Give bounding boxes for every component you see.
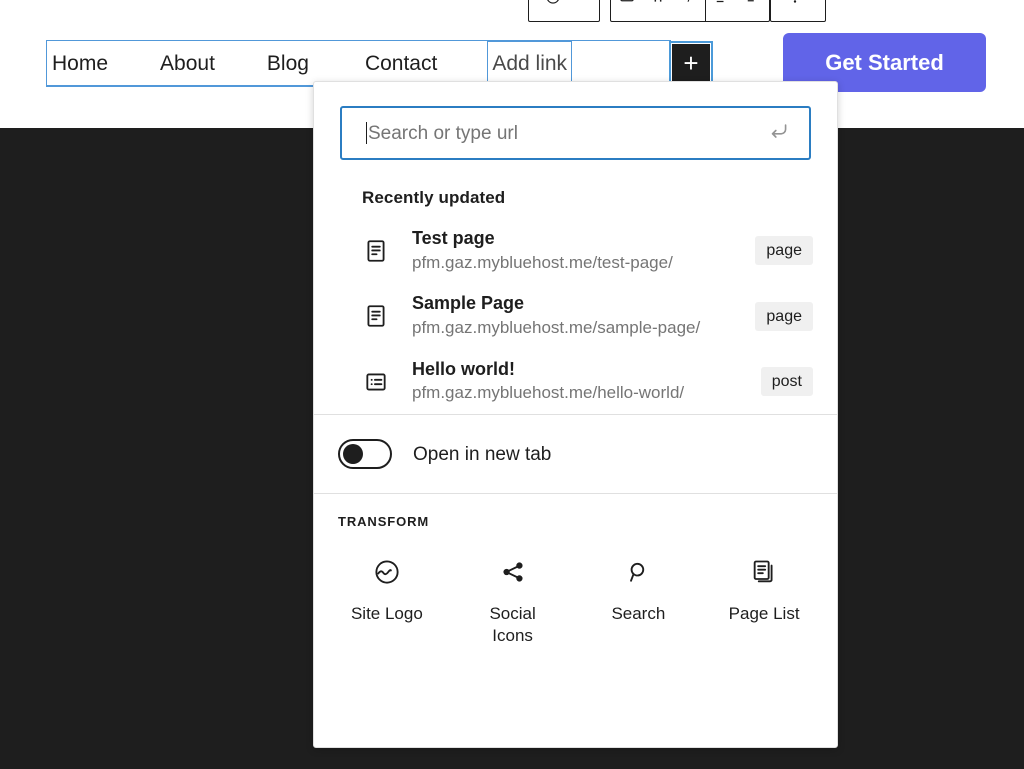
search-input[interactable]: Search or type url (340, 106, 811, 160)
list-item-url: pfm.gaz.mybluehost.me/hello-world/ (412, 383, 685, 403)
search-icon (624, 555, 652, 589)
list-item-title: Test page (412, 228, 495, 248)
transform-option-social-icons[interactable]: Social Icons (450, 555, 576, 647)
transform-option-label: Social Icons (489, 604, 536, 646)
open-in-new-tab-label: Open in new tab (413, 443, 552, 465)
list-item[interactable]: Sample Page pfm.gaz.mybluehost.me/sample… (314, 283, 837, 348)
transform-option-site-logo[interactable]: Site Logo (324, 555, 450, 647)
link-control-popover: Search or type url Recently updated Test… (313, 81, 838, 748)
status-badge: page (755, 301, 813, 331)
list-item-text: Test page pfm.gaz.mybluehost.me/test-pag… (412, 227, 743, 274)
page-list-icon (750, 555, 778, 589)
open-in-new-tab-row[interactable]: Open in new tab (314, 415, 837, 493)
page-document-icon (362, 238, 390, 264)
list-item[interactable]: Test page pfm.gaz.mybluehost.me/test-pag… (314, 218, 837, 283)
navigation-block[interactable]: Home About Blog Contact Add link (46, 40, 671, 91)
open-in-new-tab-toggle[interactable] (338, 439, 392, 470)
transform-option-search[interactable]: Search (576, 555, 702, 647)
editor-canvas: Home About Blog Contact Add link + Get S… (0, 0, 1024, 769)
transform-option-page-list[interactable]: Page List (701, 555, 827, 647)
share-icon (499, 555, 527, 589)
list-item-text: Sample Page pfm.gaz.mybluehost.me/sample… (412, 292, 743, 339)
recently-updated-heading: Recently updated (362, 188, 506, 207)
nav-item-contact[interactable]: Contact (365, 53, 437, 74)
plus-icon: + (683, 48, 699, 78)
nav-item-home[interactable]: Home (52, 53, 108, 74)
transform-option-label: Site Logo (350, 604, 423, 624)
list-item-url: pfm.gaz.mybluehost.me/sample-page/ (412, 317, 701, 337)
search-results-list: Test page pfm.gaz.mybluehost.me/test-pag… (314, 208, 837, 414)
block-appender-button[interactable]: + (669, 41, 713, 85)
status-badge: post (760, 367, 813, 397)
nav-item-add-link[interactable]: Add link (487, 41, 573, 91)
transform-section: Transform Site Logo Social Icons (314, 494, 837, 647)
add-link-label: Add link (492, 51, 568, 75)
list-item-url: pfm.gaz.mybluehost.me/test-page/ (412, 252, 673, 272)
transform-option-label: Search (611, 604, 666, 624)
search-placeholder: Search or type url (368, 122, 518, 144)
page-document-icon (362, 303, 390, 329)
status-badge: page (755, 236, 813, 266)
post-list-icon (362, 369, 390, 395)
enter-return-icon[interactable] (765, 118, 791, 149)
nav-item-blog[interactable]: Blog (267, 53, 309, 74)
transform-option-label: Page List (728, 604, 800, 624)
text-cursor (366, 122, 367, 144)
site-logo-icon (372, 555, 402, 589)
list-item-title: Hello world! (412, 358, 515, 379)
search-section: Search or type url (314, 82, 837, 160)
nav-item-about[interactable]: About (160, 53, 215, 74)
transform-options: Site Logo Social Icons Search Page List (314, 529, 837, 647)
transform-heading: Transform (338, 514, 430, 530)
list-item[interactable]: Hello world! pfm.gaz.mybluehost.me/hello… (314, 349, 837, 414)
list-item-title: Sample Page (412, 293, 525, 314)
list-item-text: Hello world! pfm.gaz.mybluehost.me/hello… (412, 358, 749, 405)
toggle-knob (343, 444, 363, 465)
